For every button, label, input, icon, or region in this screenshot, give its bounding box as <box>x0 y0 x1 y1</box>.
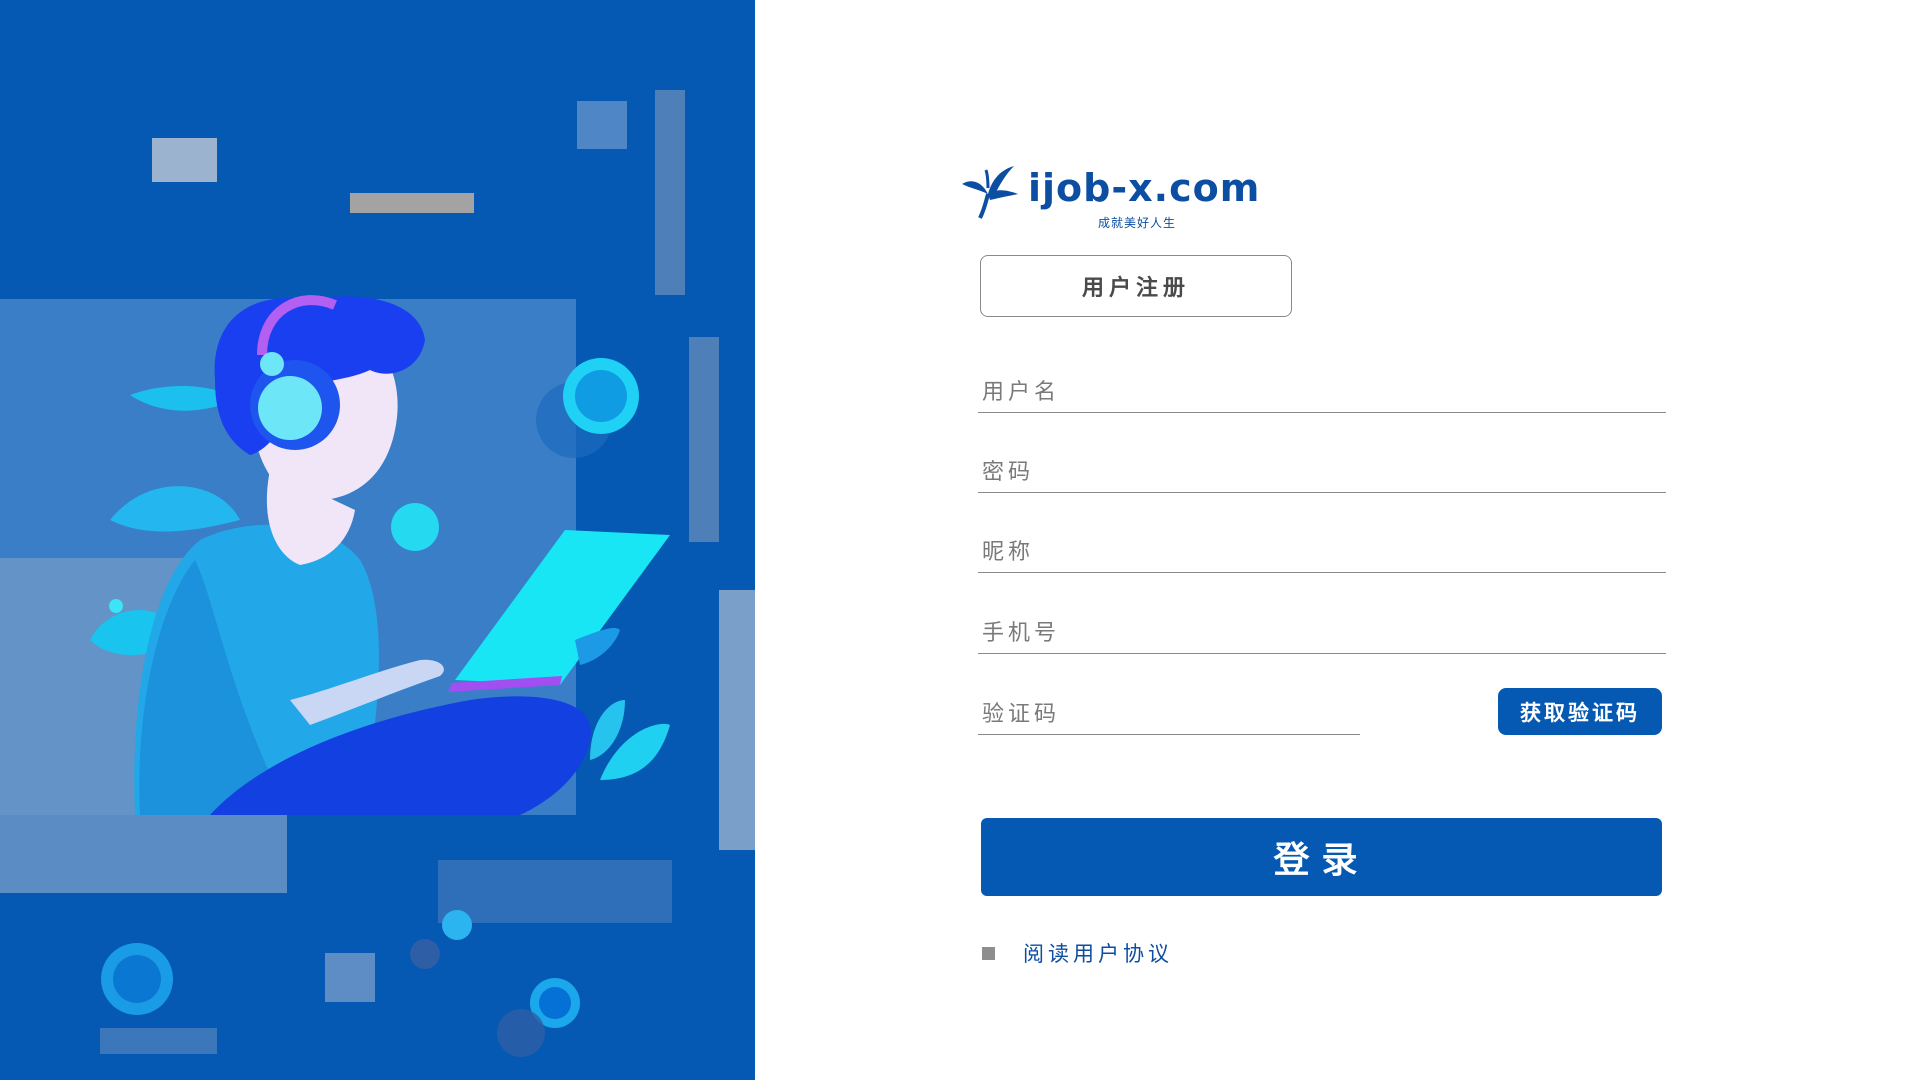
logo-slogan: 成就美好人生 <box>1098 216 1177 230</box>
logo: ijob-x.com 成就美好人生 <box>958 160 1259 230</box>
get-code-button[interactable]: 获取验证码 <box>1498 688 1662 735</box>
register-tab-button[interactable]: 用户注册 <box>980 255 1292 317</box>
login-button[interactable]: 登录 <box>981 818 1662 896</box>
verification-code-input[interactable] <box>978 694 1360 734</box>
register-page: ijob-x.com 成就美好人生 用户注册 获取验证码 登录 阅读用户协议 <box>0 0 1920 1080</box>
bubble <box>391 503 439 551</box>
password-field <box>978 452 1666 493</box>
leaf-bird-icon <box>962 166 1018 219</box>
nickname-input[interactable] <box>978 532 1666 572</box>
bubble <box>442 910 472 940</box>
username-input[interactable] <box>978 372 1666 412</box>
phone-input[interactable] <box>978 613 1666 653</box>
decor-rect <box>152 138 217 182</box>
username-field <box>978 372 1666 413</box>
decor-rect <box>438 860 672 923</box>
nickname-field <box>978 532 1666 573</box>
checkbox-icon[interactable] <box>982 946 995 960</box>
phone-field <box>978 613 1666 654</box>
logo-text: ijob-x.com <box>1028 166 1261 210</box>
decor-rect <box>719 590 755 850</box>
decor-rect <box>100 1028 217 1054</box>
user-agreement-link[interactable]: 阅读用户协议 <box>1023 938 1173 968</box>
decor-rect <box>577 101 627 149</box>
illustration-panel <box>0 0 755 1080</box>
password-input[interactable] <box>978 452 1666 492</box>
decor-rect <box>350 193 474 213</box>
verification-code-field <box>978 694 1360 735</box>
agreement-row: 阅读用户协议 <box>982 938 1173 968</box>
decor-rect <box>689 337 719 542</box>
decor-rect <box>655 90 685 295</box>
illustration <box>0 0 755 1080</box>
decor-rect <box>325 953 375 1002</box>
